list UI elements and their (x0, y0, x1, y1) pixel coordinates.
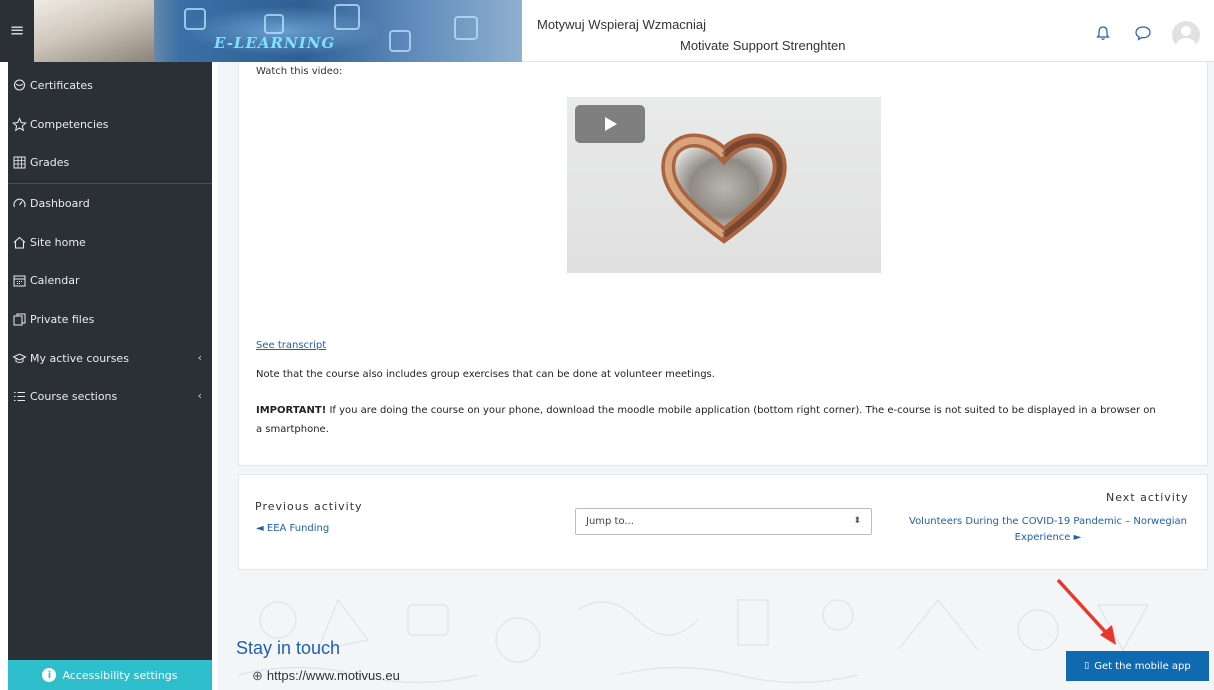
banner-text: E-LEARNING (214, 34, 336, 52)
important-text: If you are doing the course on your phon… (256, 405, 1156, 435)
select-arrows-icon: ⬍ (853, 516, 861, 526)
accessibility-label: Accessibility settings (62, 668, 178, 682)
next-activity-label: Next activity (1106, 491, 1189, 504)
next-activity-link[interactable]: Volunteers During the COVID-19 Pandemic … (908, 514, 1188, 546)
sidebar-item-label: Certificates (30, 78, 93, 92)
sidebar-item-grades[interactable]: Grades (8, 143, 212, 181)
sidebar-item-label: Dashboard (30, 196, 90, 210)
sidebar-item-label: My active courses (30, 351, 129, 365)
jump-to-value: Jump to... (586, 516, 634, 527)
sidebar-item-my-active-courses[interactable]: My active courses ‹ (8, 339, 212, 377)
bell-icon[interactable] (1094, 24, 1112, 42)
chevron-left-icon[interactable]: ‹ (198, 389, 202, 402)
list-icon (14, 391, 25, 401)
site-title-polish: Motywuj Wspieraj Wzmacniaj (537, 17, 707, 32)
sidebar-item-certificates[interactable]: Certificates (8, 66, 212, 104)
globe-icon: ⊕ (252, 668, 263, 683)
sidebar-item-label: Calendar (30, 273, 80, 287)
stay-in-touch-heading: Stay in touch (236, 638, 341, 658)
accessibility-settings-button[interactable]: i Accessibility settings (8, 660, 212, 690)
sidebar: Certificates Competencies Grades Dashboa… (8, 62, 212, 660)
calendar-icon (13, 275, 26, 286)
site-banner[interactable]: E-LEARNING (34, 0, 522, 62)
hamburger-icon[interactable]: ≡ (0, 0, 34, 62)
important-label: IMPORTANT! (256, 405, 327, 416)
grades-icon (13, 156, 26, 168)
see-transcript-link[interactable]: See transcript (256, 340, 326, 351)
sidebar-item-private-files[interactable]: Private files (8, 300, 212, 338)
files-icon (13, 313, 26, 325)
chat-icon[interactable] (1134, 24, 1152, 42)
annotation-arrow-icon (1056, 578, 1116, 645)
avatar[interactable] (1172, 21, 1200, 49)
jump-to-select[interactable]: Jump to... ⬍ (575, 508, 872, 535)
sidebar-item-competencies[interactable]: Competencies (8, 105, 212, 143)
sidebar-item-label: Competencies (30, 117, 109, 131)
graduation-cap-icon (12, 352, 27, 363)
watch-label: Watch this video: (256, 66, 343, 77)
sidebar-item-site-home[interactable]: Site home (8, 223, 212, 261)
site-title-english: Motivate Support Strenghten (680, 38, 846, 53)
banner-person-image (34, 0, 154, 62)
accessibility-icon: i (42, 668, 57, 682)
sidebar-item-label: Grades (30, 155, 70, 169)
group-exercises-note: Note that the course also includes group… (256, 369, 715, 380)
website-link[interactable]: ⊕ https://www.motivus.eu (252, 668, 400, 684)
sidebar-item-label: Site home (30, 235, 86, 249)
home-icon (13, 236, 26, 249)
mobile-phone-icon: ▯ (1084, 661, 1090, 671)
website-url[interactable]: https://www.motivus.eu (267, 668, 400, 683)
mobile-app-label: Get the mobile app (1094, 660, 1191, 672)
chevron-left-icon[interactable]: ‹ (198, 351, 202, 364)
sidebar-item-calendar[interactable]: Calendar (8, 261, 212, 299)
sidebar-item-course-sections[interactable]: Course sections ‹ (8, 377, 212, 415)
heart-hands-image (661, 133, 787, 244)
get-mobile-app-button[interactable]: ▯ Get the mobile app (1066, 651, 1209, 681)
sidebar-item-label: Course sections (30, 389, 118, 403)
sidebar-item-label: Private files (30, 312, 95, 326)
previous-activity-label: Previous activity (255, 500, 363, 513)
video-player[interactable] (567, 97, 881, 273)
sidebar-item-dashboard[interactable]: Dashboard (8, 184, 212, 222)
dashboard-icon (13, 198, 26, 207)
certificate-icon (13, 78, 26, 91)
important-notice: IMPORTANT! If you are doing the course o… (256, 401, 1156, 439)
previous-activity-link[interactable]: ◄ EEA Funding (256, 523, 329, 534)
play-icon[interactable] (575, 105, 645, 143)
top-navbar: ≡ E-LEARNING Motywuj Wspieraj Wzmacniaj … (0, 0, 1214, 62)
star-icon (12, 116, 27, 131)
